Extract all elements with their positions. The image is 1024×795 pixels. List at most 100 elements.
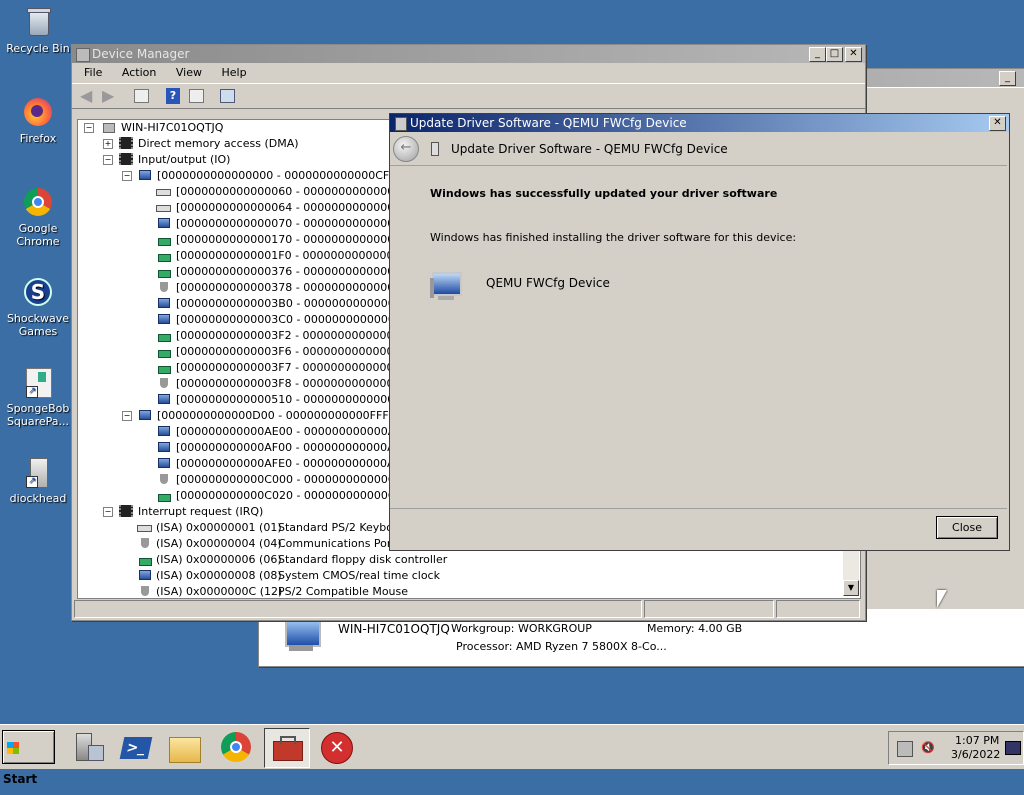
collapse-icon[interactable]: − xyxy=(122,171,132,181)
port-icon xyxy=(155,472,171,486)
chip-icon xyxy=(116,136,133,150)
dev-icon xyxy=(155,456,171,470)
collapse-icon[interactable]: − xyxy=(103,155,113,165)
desktop-icon-firefox[interactable]: Firefox xyxy=(0,96,76,145)
desktop-icon-recycle-bin[interactable]: Recycle Bin xyxy=(0,6,76,55)
pci-icon xyxy=(155,328,171,342)
chrome-icon[interactable] xyxy=(218,729,254,765)
show-hide-tree-icon[interactable] xyxy=(134,89,149,103)
pci-icon xyxy=(155,248,171,262)
close-button[interactable]: Close xyxy=(936,516,998,539)
toolbox-icon[interactable] xyxy=(264,728,310,768)
help-icon[interactable]: ? xyxy=(166,88,180,104)
chrome-icon xyxy=(22,186,54,218)
forward-arrow-icon[interactable]: ▶ xyxy=(102,88,118,104)
port-icon xyxy=(136,536,152,550)
clock-date[interactable]: 3/6/2022 xyxy=(951,748,1000,761)
pci-icon xyxy=(155,232,171,246)
device-monitor-icon xyxy=(430,272,462,302)
processor: Processor: AMD Ryzen 7 5800X 8-Co... xyxy=(456,640,667,653)
pci-icon xyxy=(155,344,171,358)
menu-action[interactable]: Action xyxy=(114,63,164,83)
tree-item-label: [00000000000003F8 - 00000000000003FF] xyxy=(176,377,418,390)
back-button[interactable]: ← xyxy=(393,136,419,162)
expand-icon[interactable]: + xyxy=(103,139,113,149)
desktop-icon-label: Firefox xyxy=(19,132,57,145)
tree-item-label: [0000000000000064 - 0000000000000064] xyxy=(176,201,420,214)
update-driver-dialog[interactable]: Update Driver Software - QEMU FWCfg Devi… xyxy=(389,113,1010,551)
volume-muted-icon[interactable]: 🔇 xyxy=(921,741,935,755)
mouse-cursor xyxy=(937,590,947,608)
properties-icon[interactable] xyxy=(189,89,204,103)
scan-hardware-icon[interactable] xyxy=(220,89,235,103)
tree-item-label: [00000000000003F7 - 00000000000003F7] xyxy=(176,361,419,374)
dialog-title: Update Driver Software - QEMU FWCfg Devi… xyxy=(410,116,687,130)
dev-icon xyxy=(155,392,171,406)
computer-icon xyxy=(281,619,321,655)
dialog-content: Windows has successfully updated your dr… xyxy=(390,165,1007,509)
dev-icon xyxy=(155,216,171,230)
server-manager-icon[interactable] xyxy=(70,729,106,765)
desktop-icon-label: Shockwave Games xyxy=(6,312,70,338)
maximize-button[interactable]: □ xyxy=(826,47,843,62)
device-name: QEMU FWCfg Device xyxy=(486,276,610,290)
tree-item-label: [00000000000001F0 - 00000000000001F7] xyxy=(176,249,419,262)
collapse-icon[interactable]: − xyxy=(122,411,132,421)
clock-time[interactable]: 1:07 PM xyxy=(955,734,999,747)
start-button[interactable]: Start xyxy=(2,730,55,786)
pci-bus-icon xyxy=(136,408,152,422)
status-bar xyxy=(74,600,861,618)
pci-icon xyxy=(155,488,171,502)
scroll-down-button[interactable]: ▼ xyxy=(843,580,859,596)
desktop-icon-chrome[interactable]: Google Chrome xyxy=(0,186,76,248)
close-button[interactable]: ✕ xyxy=(989,116,1006,131)
device-manager-app-icon xyxy=(76,48,90,62)
powershell-icon[interactable]: >_ xyxy=(118,729,154,765)
error-icon[interactable]: ✕ xyxy=(318,729,354,765)
kbd-icon xyxy=(155,200,171,214)
menu-file[interactable]: File xyxy=(76,63,110,83)
firefox-icon xyxy=(22,96,54,128)
desktop-icon-diockhead[interactable]: ↗ diockhead xyxy=(0,456,76,505)
pci-bus-icon xyxy=(136,168,152,182)
explorer-icon[interactable] xyxy=(166,729,202,765)
irq-device: Standard PS/2 Keyboa xyxy=(278,521,400,534)
desktop-icon-spongebob[interactable]: ↗ SpongeBob SquarePa... xyxy=(0,366,76,428)
tree-item-label: [0000000000000060 - 0000000000000060] xyxy=(176,185,420,198)
collapse-icon[interactable]: − xyxy=(84,123,94,133)
tree-item-label: [000000000000AFE0 - 000000000000AFE3] xyxy=(176,457,420,470)
device-icon xyxy=(431,142,439,156)
port-icon xyxy=(136,584,152,598)
dialog-header: ← Update Driver Software - QEMU FWCfg De… xyxy=(390,133,1009,165)
chip-icon xyxy=(116,504,133,518)
show-desktop-icon[interactable] xyxy=(1005,741,1021,755)
window-title: Device Manager xyxy=(92,47,190,61)
finished-message: Windows has finished installing the driv… xyxy=(430,231,797,244)
windows-logo-icon xyxy=(7,741,19,754)
tree-item-label: [000000000000C020 - 000000000000C02F] xyxy=(176,489,421,502)
network-icon[interactable] xyxy=(897,741,913,757)
irq-number: (ISA) 0x00000008 (08) xyxy=(156,569,282,582)
computer-name: WIN-HI7C01OQTJQ xyxy=(338,622,450,636)
tree-item-label: [000000000000C000 - 000000000000C01F] xyxy=(176,473,421,486)
dialog-titlebar[interactable]: Update Driver Software - QEMU FWCfg Devi… xyxy=(390,114,1009,132)
desktop-icon-shockwave[interactable]: S Shockwave Games xyxy=(0,276,76,338)
port-icon xyxy=(155,280,171,294)
desktop-icon-label: Recycle Bin xyxy=(6,42,70,55)
toolbar: ◀ ▶ ? xyxy=(72,83,865,109)
minimize-button[interactable]: _ xyxy=(999,71,1016,86)
close-button[interactable]: ✕ xyxy=(845,47,862,62)
irq-device: PS/2 Compatible Mouse xyxy=(278,585,409,598)
irq-device: System CMOS/real time clock xyxy=(278,569,440,582)
back-arrow-icon[interactable]: ◀ xyxy=(80,88,96,104)
irq-number: (ISA) 0x00000001 (01) xyxy=(156,521,282,534)
pci-icon xyxy=(155,360,171,374)
dev-icon xyxy=(155,312,171,326)
spongebob-shortcut-icon: ↗ xyxy=(22,366,54,398)
minimize-button[interactable]: _ xyxy=(809,47,826,62)
menu-help[interactable]: Help xyxy=(213,63,254,83)
dev-icon xyxy=(136,568,152,582)
collapse-icon[interactable]: − xyxy=(103,507,113,517)
device-manager-titlebar[interactable]: Device Manager _ □ ✕ xyxy=(72,45,865,63)
menu-view[interactable]: View xyxy=(168,63,210,83)
